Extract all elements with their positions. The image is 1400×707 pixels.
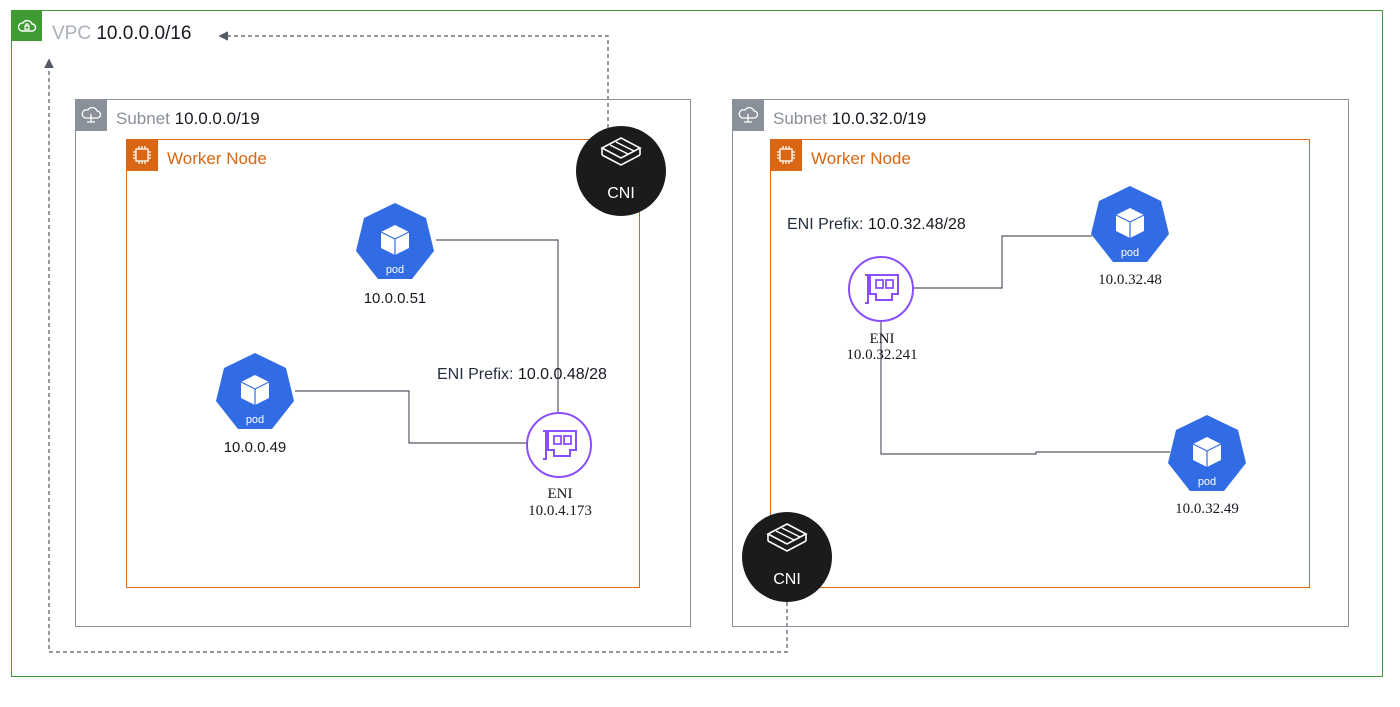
cni-node: CNI (576, 126, 666, 216)
pod-ip: 10.0.0.49 (223, 439, 287, 456)
subnet-title-right: Subnet 10.0.32.0/19 (773, 109, 926, 129)
chip-icon (126, 139, 158, 171)
pod-icon: pod (1168, 415, 1246, 491)
cni-layers-icon (766, 523, 808, 552)
eni-prefix-key: ENI Prefix: (787, 216, 864, 233)
eni-prefix-value: 10.0.0.48/28 (517, 366, 607, 383)
chip-icon (770, 139, 802, 171)
cni-label: CNI (607, 185, 635, 202)
cni-label: CNI (773, 571, 801, 588)
pod-icon: pod (216, 353, 294, 429)
eni-prefix-value: 10.0.32.48/28 (867, 216, 966, 233)
subnet-label: Subnet (773, 109, 827, 128)
eni-prefix-key: ENI Prefix: (437, 366, 514, 383)
eni-icon (848, 256, 914, 322)
pod-label: pod (1198, 476, 1216, 488)
pod-label: pod (246, 414, 264, 426)
subnet-icon (75, 99, 107, 131)
pod-icon: pod (356, 203, 434, 279)
cni-node: CNI (742, 512, 832, 602)
subnet-cidr: 10.0.32.0/19 (831, 109, 927, 128)
cni-layers-icon (600, 137, 642, 166)
subnet-cidr: 10.0.0.0/19 (174, 109, 260, 128)
pod-label: pod (1121, 247, 1139, 259)
subnet-title-left: Subnet 10.0.0.0/19 (116, 109, 260, 129)
pod-ip: 10.0.0.51 (363, 290, 427, 307)
eni-label: ENI (547, 486, 573, 502)
pod-ip: 10.0.32.48 (1098, 272, 1162, 288)
eni-icon (526, 412, 592, 478)
worker-node-title: Worker Node (811, 149, 911, 168)
worker-node-title: Worker Node (167, 149, 267, 168)
eni-ip: 10.0.4.173 (528, 503, 592, 519)
pod-icon: pod (1091, 186, 1169, 262)
eni-prefix: ENI Prefix: 10.0.0.48/28 (437, 366, 607, 384)
eni-ip: 10.0.32.241 (846, 347, 918, 363)
pod-label: pod (386, 264, 404, 276)
subnet-label: Subnet (116, 109, 170, 128)
eni-prefix: ENI Prefix: 10.0.32.48/28 (787, 216, 966, 234)
pod-ip: 10.0.32.49 (1175, 501, 1239, 517)
eni-label: ENI (869, 331, 895, 347)
subnet-icon (732, 99, 764, 131)
